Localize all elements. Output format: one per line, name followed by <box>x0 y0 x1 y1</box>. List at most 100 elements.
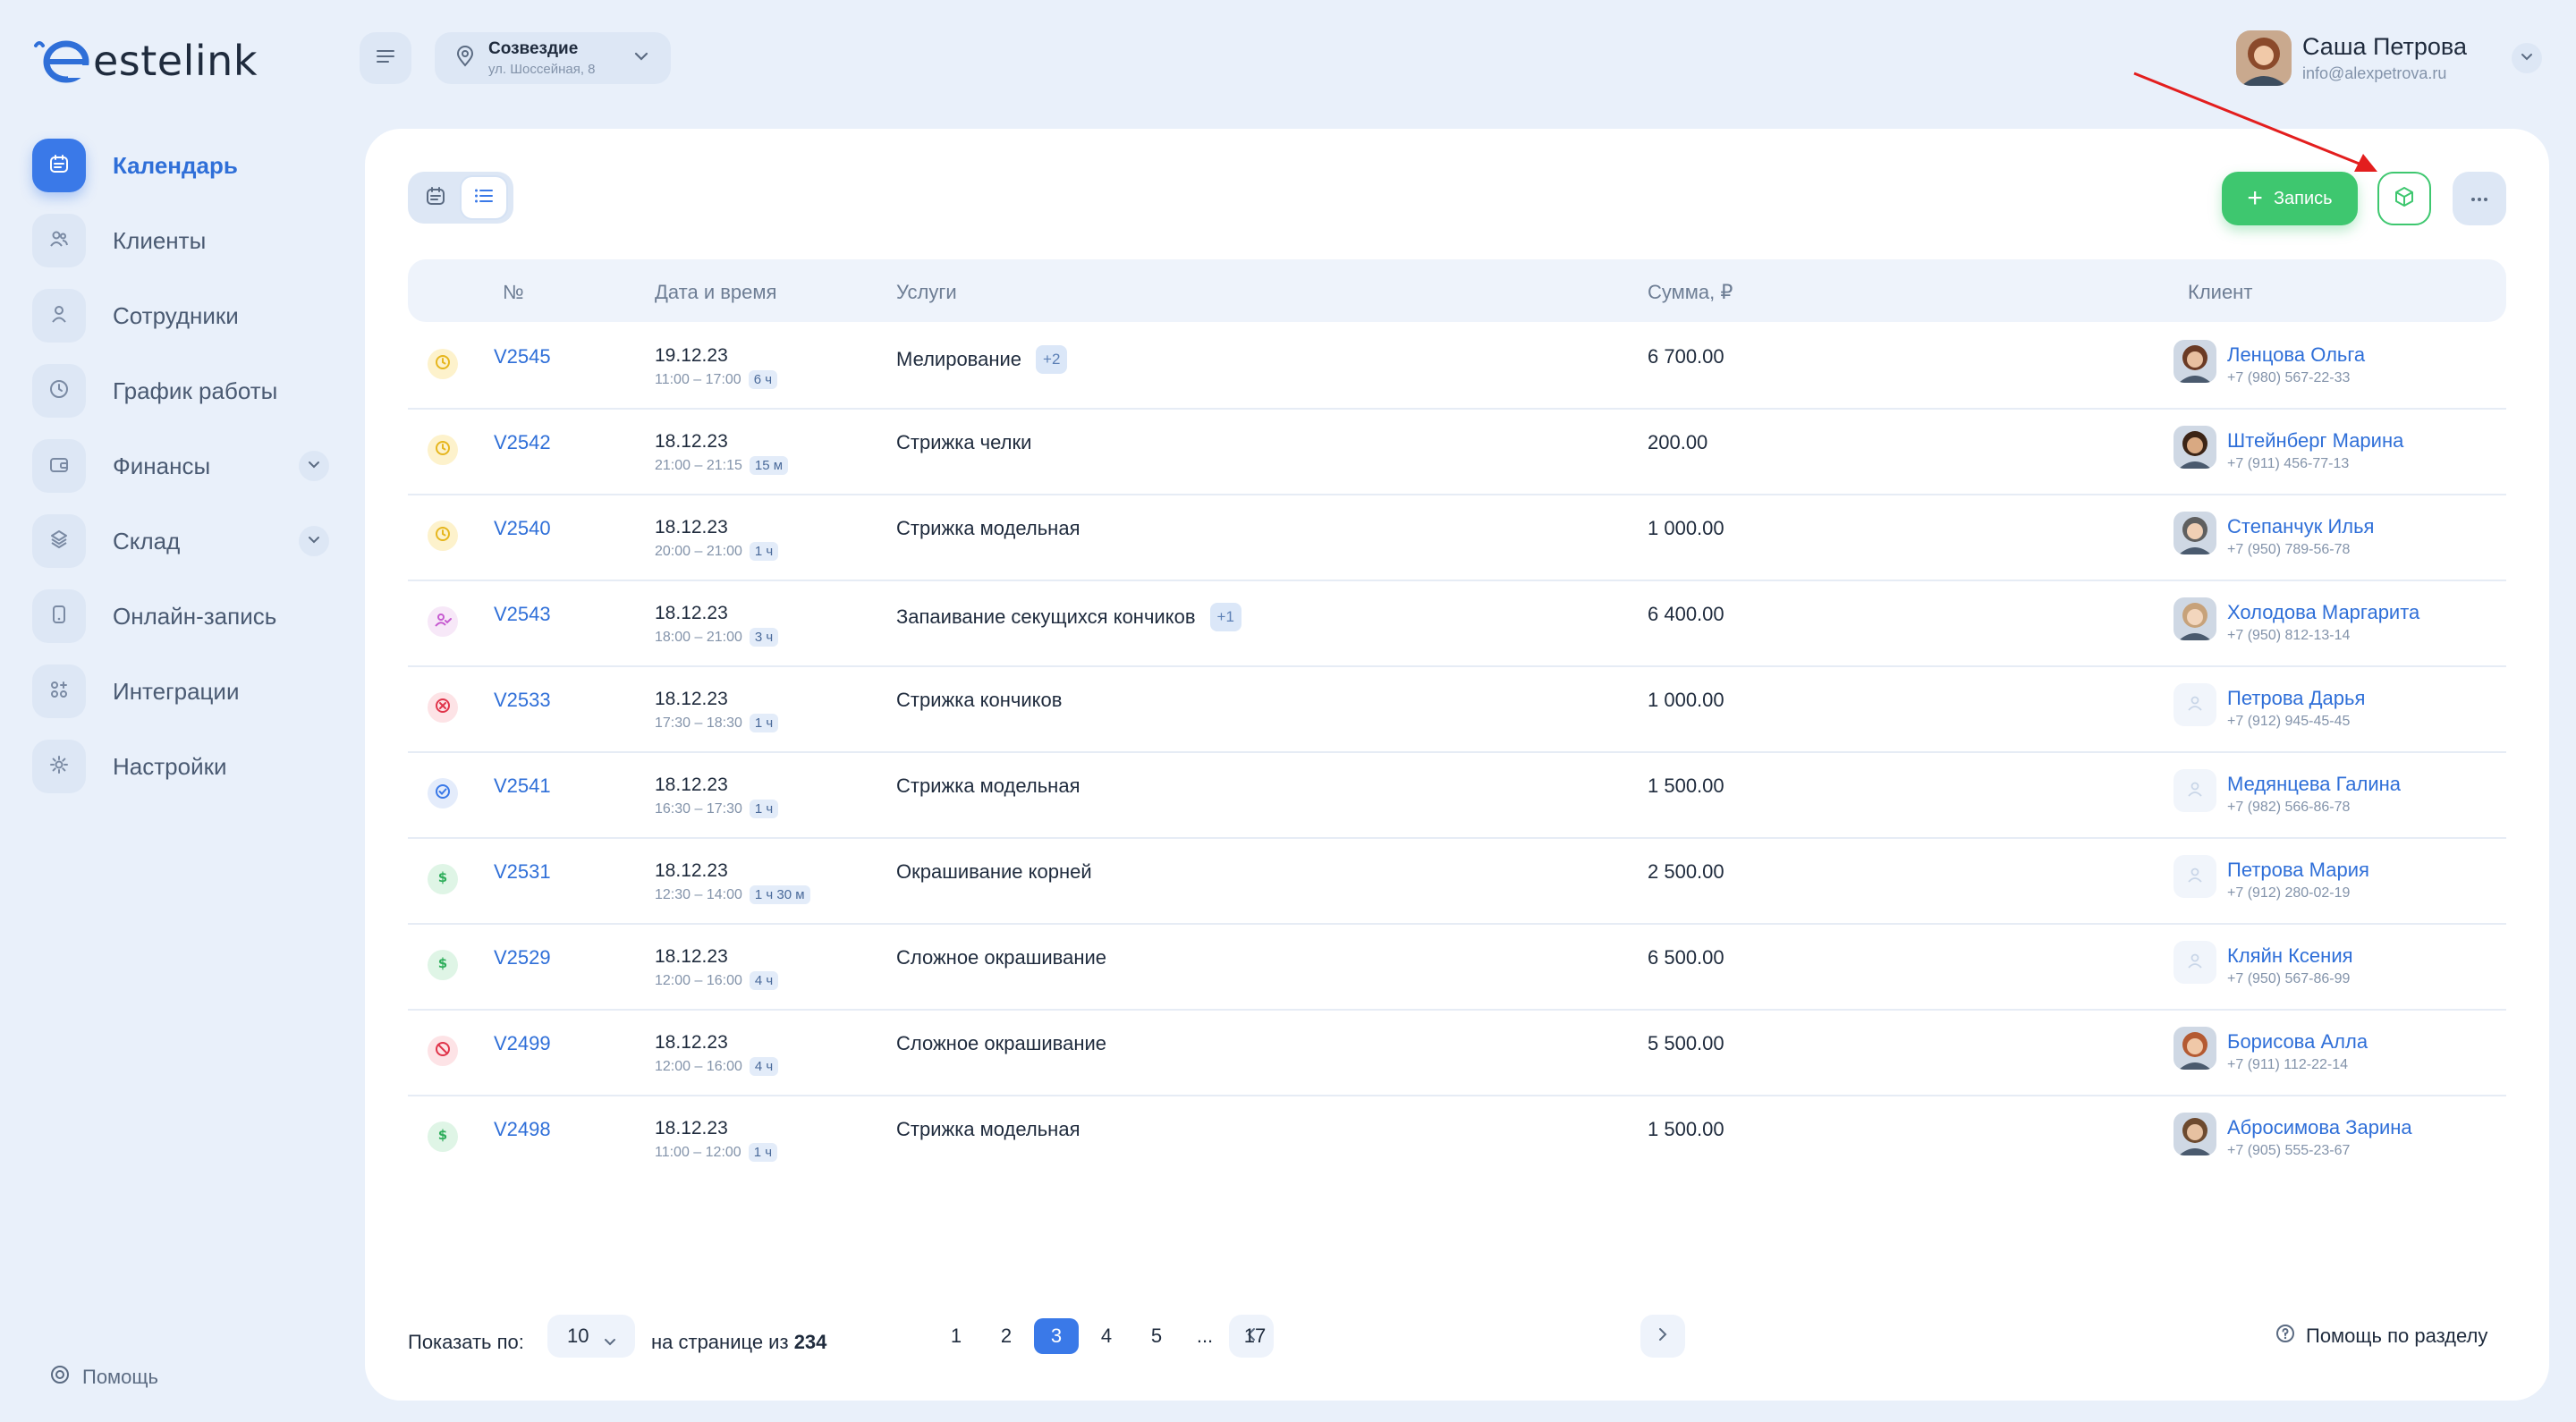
sidebar-item-employee[interactable]: Сотрудники <box>32 288 329 343</box>
sidebar-item-clock[interactable]: График работы <box>32 363 329 419</box>
header-number[interactable]: № <box>503 281 524 304</box>
appointment-time: 12:00 – 16:00 4 ч <box>655 971 779 990</box>
sidebar-item-settings[interactable]: Настройки <box>32 739 329 794</box>
client-avatar-placeholder <box>2174 855 2216 898</box>
status-badge[interactable] <box>428 435 458 465</box>
chevron-down-icon <box>308 533 320 549</box>
page-number-button[interactable]: 3 <box>1034 1318 1079 1354</box>
status-badge[interactable] <box>428 1036 458 1066</box>
status-badge[interactable] <box>428 521 458 551</box>
sidebar-item-calendar[interactable]: Календарь <box>32 138 329 193</box>
appointment-id-link[interactable]: V2499 <box>494 1032 551 1055</box>
branch-selector[interactable]: Созвездие ул. Шоссейная, 8 <box>435 32 671 84</box>
expand-chevron-button[interactable] <box>299 451 329 481</box>
table-row[interactable]: V2542 18.12.23 21:00 – 21:15 15 м Стрижка… <box>408 410 2506 495</box>
table-row[interactable]: V2540 18.12.23 20:00 – 21:00 1 ч Стрижка … <box>408 495 2506 581</box>
page-number-button[interactable]: 4 <box>1084 1318 1129 1354</box>
calendar-view-button[interactable] <box>411 175 460 220</box>
table-row[interactable]: $ V2498 18.12.23 11:00 – 12:00 1 ч Стрижк… <box>408 1096 2506 1182</box>
appointment-date: 18.12.23 <box>655 431 728 452</box>
table-row[interactable]: $ V2531 18.12.23 12:30 – 14:00 1 ч 30 м О… <box>408 839 2506 925</box>
appointments-table: V2545 19.12.23 11:00 – 17:00 6 ч Мелирова… <box>408 324 2506 1182</box>
header-datetime[interactable]: Дата и время <box>655 281 776 304</box>
client-name-link[interactable]: Борисова Алла <box>2227 1030 2368 1054</box>
add-appointment-button[interactable]: + Запись <box>2222 172 2358 225</box>
sidebar-item-wallet[interactable]: Финансы <box>32 438 329 494</box>
appointment-id-link[interactable]: V2540 <box>494 517 551 540</box>
chevron-down-icon <box>603 1329 617 1352</box>
sum-value: 6 400.00 <box>1648 603 1724 625</box>
table-row[interactable]: V2545 19.12.23 11:00 – 17:00 6 ч Мелирова… <box>408 324 2506 410</box>
client-name-link[interactable]: Холодова Маргарита <box>2227 601 2419 624</box>
sidebar-item-phone[interactable]: Онлайн-запись <box>32 588 329 644</box>
status-badge[interactable] <box>428 349 458 379</box>
client-name-link[interactable]: Штейнберг Марина <box>2227 429 2403 453</box>
menu-icon <box>376 48 395 69</box>
appointment-id-link[interactable]: V2531 <box>494 860 551 884</box>
client-name-link[interactable]: Ленцова Ольга <box>2227 343 2365 367</box>
table-row[interactable]: V2499 18.12.23 12:00 – 16:00 4 ч Сложное … <box>408 1011 2506 1096</box>
service-name: Стрижка модельная <box>896 517 1080 539</box>
page-number-button[interactable]: 1 <box>934 1318 979 1354</box>
per-page-select[interactable]: 10 <box>547 1315 635 1358</box>
user-menu-button[interactable] <box>2512 43 2542 73</box>
help-link[interactable]: Помощь <box>50 1365 158 1390</box>
extra-services-badge[interactable]: +2 <box>1036 345 1068 374</box>
user-placeholder-icon <box>2185 693 2205 717</box>
status-badge[interactable] <box>428 606 458 637</box>
appointment-id-link[interactable]: V2541 <box>494 774 551 798</box>
wallet-icon <box>48 453 70 479</box>
table-row[interactable]: $ V2529 18.12.23 12:00 – 16:00 4 ч Сложно… <box>408 925 2506 1011</box>
header-services[interactable]: Услуги <box>896 281 957 304</box>
extra-services-badge[interactable]: +1 <box>1209 603 1241 631</box>
header-client[interactable]: Клиент <box>2188 281 2252 304</box>
status-badge[interactable]: $ <box>428 864 458 894</box>
status-badge[interactable] <box>428 778 458 808</box>
appointment-date: 18.12.23 <box>655 603 728 623</box>
time-range: 11:00 – 12:00 <box>655 1144 741 1160</box>
location-pin-icon <box>456 45 474 72</box>
sidebar-item-integrations[interactable]: Интеграции <box>32 664 329 719</box>
user-profile[interactable]: Саша Петрова info@alexpetrova.ru <box>2236 30 2467 86</box>
toggle-sidebar-button[interactable] <box>360 32 411 84</box>
appointment-time: 11:00 – 17:00 6 ч <box>655 370 778 389</box>
expand-chevron-button[interactable] <box>299 526 329 556</box>
status-badge[interactable]: $ <box>428 950 458 980</box>
page-number-button[interactable]: 17 <box>1233 1318 1277 1354</box>
table-row[interactable]: V2533 18.12.23 17:30 – 18:30 1 ч Стрижка … <box>408 667 2506 753</box>
sidebar-item-clients[interactable]: Клиенты <box>32 213 329 268</box>
appointment-id-link[interactable]: V2545 <box>494 345 551 368</box>
table-row[interactable]: V2543 18.12.23 18:00 – 21:00 3 ч Запаиван… <box>408 581 2506 667</box>
chevron-down-icon <box>633 50 649 66</box>
duration-badge: 1 ч <box>749 714 779 732</box>
section-help-label: Помощь по разделу <box>2306 1325 2488 1347</box>
appointment-id-link[interactable]: V2498 <box>494 1118 551 1141</box>
client-name-link[interactable]: Медянцева Галина <box>2227 773 2401 796</box>
page-number-button[interactable]: 2 <box>984 1318 1029 1354</box>
products-button[interactable] <box>2377 172 2431 225</box>
status-badge[interactable] <box>428 692 458 723</box>
status-badge[interactable]: $ <box>428 1122 458 1152</box>
client-name-link[interactable]: Степанчук Илья <box>2227 515 2374 538</box>
header-sum[interactable]: Сумма, ₽ <box>1648 281 1733 304</box>
client-name-link[interactable]: Петрова Дарья <box>2227 687 2365 710</box>
sidebar-item-label: Сотрудники <box>113 301 239 329</box>
appointment-id-link[interactable]: V2542 <box>494 431 551 454</box>
table-row[interactable]: V2541 18.12.23 16:30 – 17:30 1 ч Стрижка … <box>408 753 2506 839</box>
appointment-id-link[interactable]: V2543 <box>494 603 551 626</box>
time-range: 12:00 – 16:00 <box>655 972 742 988</box>
page-number-button[interactable]: 5 <box>1134 1318 1179 1354</box>
sidebar-item-warehouse[interactable]: Склад <box>32 513 329 569</box>
section-help-link[interactable]: Помощь по разделу <box>2275 1324 2487 1349</box>
more-options-button[interactable] <box>2453 172 2506 225</box>
appointment-id-link[interactable]: V2533 <box>494 689 551 712</box>
client-name-link[interactable]: Кляйн Ксения <box>2227 944 2353 968</box>
app-logo[interactable]: estelink <box>32 34 258 88</box>
duration-badge: 4 ч <box>749 1057 779 1076</box>
client-name-link[interactable]: Абросимова Зарина <box>2227 1116 2412 1139</box>
appointment-id-link[interactable]: V2529 <box>494 946 551 969</box>
next-page-button[interactable] <box>1640 1315 1685 1358</box>
sidebar-item-label: Календарь <box>113 151 238 179</box>
list-view-button[interactable] <box>460 175 508 220</box>
client-name-link[interactable]: Петрова Мария <box>2227 859 2369 882</box>
